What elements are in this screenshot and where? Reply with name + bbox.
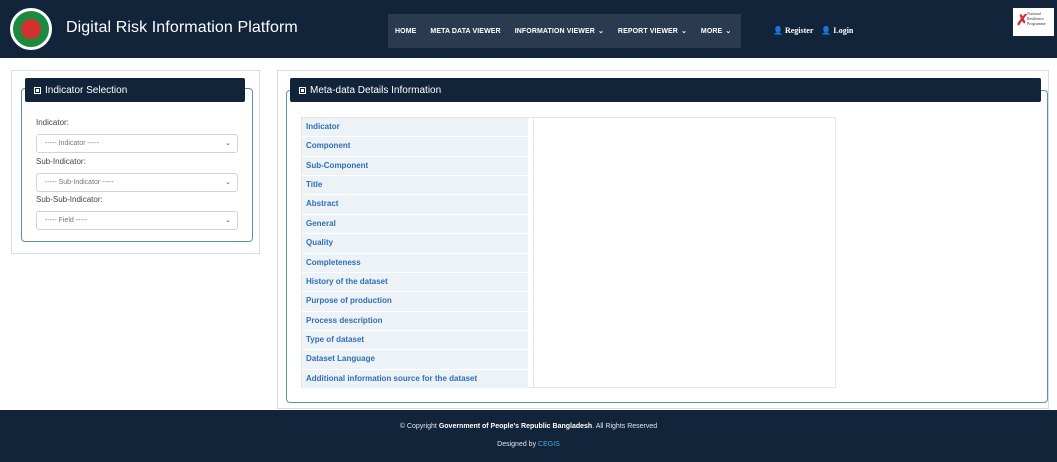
chevron-down-icon: ⌄ xyxy=(225,140,231,147)
copyright-owner: Government of People's Republic Banglade… xyxy=(438,423,593,430)
register-link[interactable]: 👤 Register xyxy=(773,26,813,35)
login-label: Login xyxy=(833,26,854,35)
footer-copyright: © Copyright Government of People's Repub… xyxy=(0,423,1057,430)
login-link[interactable]: 👤 Login xyxy=(821,26,853,35)
table-row: Abstract xyxy=(302,195,534,215)
table-row: Completeness xyxy=(302,253,534,273)
panel-square-icon xyxy=(34,86,41,94)
metadata-panel-header: Meta-data Details Information xyxy=(290,78,1041,102)
chevron-down-icon: ⌄ xyxy=(725,28,732,35)
chevron-down-icon: ⌄ xyxy=(597,28,604,35)
indicator-panel-header: Indicator Selection xyxy=(25,78,245,102)
partner-logo[interactable]: ✗ National Resilience Programme xyxy=(1013,8,1054,36)
sub-sub-indicator-label: Sub-Sub-Indicator: xyxy=(36,195,103,204)
metadata-label-column: Indicator Component Sub-Component Title … xyxy=(302,118,534,390)
metadata-panel-title: Meta-data Details Information xyxy=(310,84,442,96)
table-row: History of the dataset xyxy=(302,272,534,293)
indicator-label: Indicator: xyxy=(36,118,69,127)
main-nav: HOME META DATA VIEWER INFORMATION VIEWER… xyxy=(388,14,741,48)
indicator-select-value: ----- Indicator ----- xyxy=(45,140,100,147)
nav-report-viewer[interactable]: REPORT VIEWER ⌄ xyxy=(611,27,694,35)
indicator-panel-title: Indicator Selection xyxy=(45,84,128,96)
sub-indicator-select-value: ----- Sub-Indicator ----- xyxy=(45,179,114,186)
table-row: General xyxy=(302,214,534,235)
nav-home[interactable]: HOME xyxy=(388,28,423,35)
metadata-table: Indicator Component Sub-Component Title … xyxy=(301,117,836,390)
chevron-down-icon: ⌄ xyxy=(225,217,231,224)
register-label: Register xyxy=(784,26,814,35)
sub-indicator-label: Sub-Indicator: xyxy=(36,157,86,166)
table-row: Dataset Language xyxy=(302,350,534,370)
nav-information-viewer-label: INFORMATION VIEWER xyxy=(514,28,595,35)
copyright-prefix: © Copyright xyxy=(399,423,437,430)
designer-link[interactable]: CEGIS xyxy=(538,441,560,448)
table-row: Sub-Component xyxy=(302,156,534,177)
partner-logo-text: National Resilience Programme xyxy=(1027,11,1046,26)
table-row: Component xyxy=(302,137,534,157)
nav-information-viewer[interactable]: INFORMATION VIEWER ⌄ xyxy=(508,27,611,35)
field-select-value: ----- Field ----- xyxy=(45,217,88,224)
table-row: Process description xyxy=(302,311,534,331)
auth-links: 👤 Register 👤 Login xyxy=(773,26,853,35)
indicator-select[interactable]: ----- Indicator ----- ⌄ xyxy=(36,134,238,153)
copyright-suffix: . All Rights Reserved xyxy=(592,423,658,430)
footer: © Copyright Government of People's Repub… xyxy=(0,410,1057,462)
brand-title[interactable]: Digital Risk Information Platform xyxy=(66,19,298,37)
nav-more-label: MORE xyxy=(700,28,723,35)
designed-by-label: Designed by xyxy=(497,441,537,448)
top-navbar: Digital Risk Information Platform HOME M… xyxy=(0,0,1057,58)
nav-meta-data-viewer-label: META DATA VIEWER xyxy=(430,27,501,35)
field-select[interactable]: ----- Field ----- ⌄ xyxy=(36,211,238,230)
chevron-down-icon: ⌄ xyxy=(680,28,687,35)
sub-indicator-select[interactable]: ----- Sub-Indicator ----- ⌄ xyxy=(36,173,238,192)
nav-meta-data-viewer[interactable]: META DATA VIEWER xyxy=(423,28,507,35)
table-row: Purpose of production xyxy=(302,292,534,312)
footer-designed-by: Designed by CEGIS xyxy=(0,441,1057,448)
table-row: Additional information source for the da… xyxy=(302,369,534,390)
table-row: Quality xyxy=(302,234,534,254)
user-icon: 👤 xyxy=(821,26,832,35)
table-row: Type of dataset xyxy=(302,330,534,351)
nav-report-viewer-label: REPORT VIEWER xyxy=(617,28,678,35)
table-row: Indicator xyxy=(302,118,534,138)
partner-mark-icon: ✗ xyxy=(1016,12,1029,29)
panel-square-icon xyxy=(299,86,306,94)
chevron-down-icon: ⌄ xyxy=(225,179,231,186)
government-logo[interactable] xyxy=(10,8,52,50)
user-plus-icon: 👤 xyxy=(773,26,783,35)
table-row: Title xyxy=(302,176,534,196)
nav-more[interactable]: MORE ⌄ xyxy=(694,27,738,35)
nav-home-label: HOME xyxy=(395,27,417,35)
